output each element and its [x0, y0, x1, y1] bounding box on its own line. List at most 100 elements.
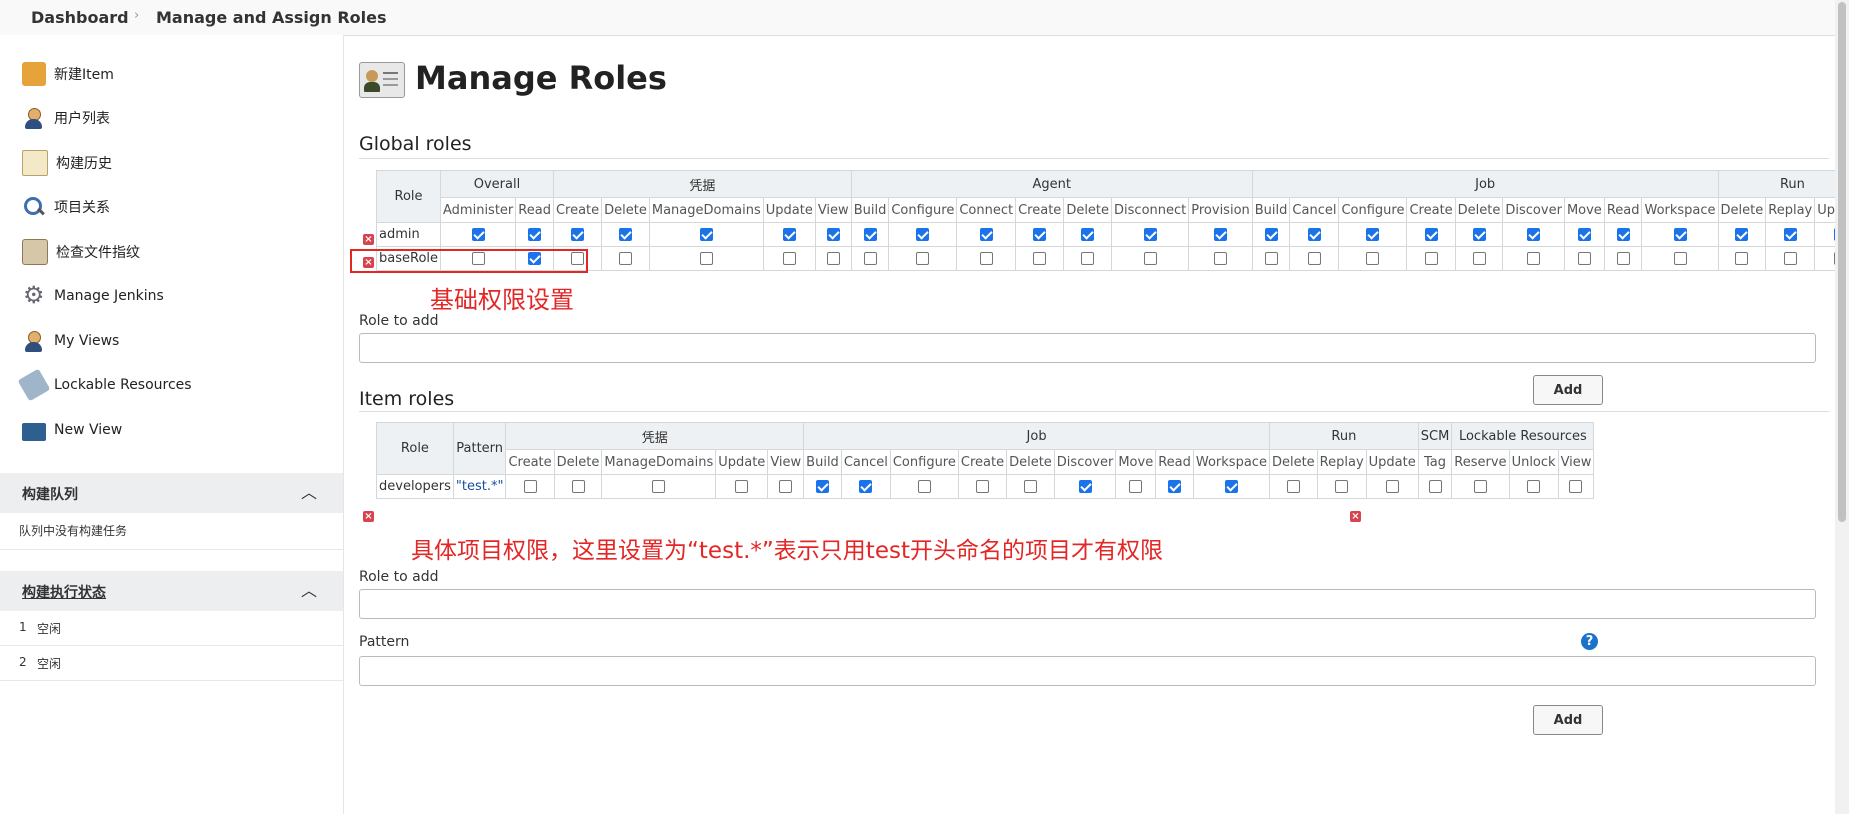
- permission-checkbox[interactable]: [1129, 480, 1143, 493]
- permission-checkbox[interactable]: [1527, 480, 1541, 493]
- permission-checkbox[interactable]: [1033, 252, 1047, 265]
- chevron-up-icon[interactable]: ︿: [301, 577, 317, 601]
- permission-checkbox[interactable]: [1783, 252, 1797, 265]
- help-icon[interactable]: ?: [1581, 633, 1598, 650]
- permission-checkbox[interactable]: [1616, 228, 1630, 241]
- sidebar-item-users[interactable]: 用户列表: [22, 105, 110, 131]
- sidebar-item-new-item[interactable]: 新建Item: [22, 61, 114, 87]
- scrollbar-thumb[interactable]: [1838, 2, 1846, 522]
- permission-checkbox[interactable]: [1472, 228, 1486, 241]
- permission-checkbox[interactable]: [1616, 252, 1630, 265]
- permission-checkbox[interactable]: [1214, 252, 1227, 265]
- permission-checkbox[interactable]: [1366, 252, 1380, 265]
- permission-checkbox[interactable]: [782, 252, 796, 265]
- global-role-to-add-input[interactable]: [359, 333, 1816, 363]
- permission-checkbox[interactable]: [1424, 252, 1438, 265]
- permission-checkbox[interactable]: [571, 480, 585, 493]
- permission-checkbox[interactable]: [652, 480, 666, 493]
- permission-checkbox[interactable]: [1168, 480, 1182, 493]
- executor-status-title[interactable]: 构建执行状态: [22, 582, 106, 602]
- permission-checkbox[interactable]: [1472, 252, 1486, 265]
- permission-checkbox[interactable]: [523, 480, 537, 493]
- permission-checkbox[interactable]: [1673, 252, 1687, 265]
- permission-checkbox[interactable]: [863, 252, 877, 265]
- sidebar-item-fingerprint[interactable]: 检查文件指纹: [22, 239, 140, 265]
- permission-checkbox[interactable]: [1424, 228, 1438, 241]
- permission-checkbox[interactable]: [979, 228, 993, 241]
- permission-checkbox[interactable]: [1264, 252, 1278, 265]
- sidebar-item-project-relationship[interactable]: 项目关系: [22, 194, 110, 220]
- role-pattern[interactable]: "test.*": [452, 474, 507, 499]
- global-add-button[interactable]: Add: [1533, 375, 1603, 405]
- delete-role-admin-icon[interactable]: ×: [363, 234, 374, 245]
- permission-checkbox[interactable]: [916, 252, 930, 265]
- breadcrumb-dashboard[interactable]: Dashboard: [31, 8, 129, 27]
- permission-checkbox[interactable]: [1473, 480, 1487, 493]
- permission-checkbox[interactable]: [1286, 480, 1300, 493]
- permission-checkbox[interactable]: [975, 480, 989, 493]
- permission-checkbox[interactable]: [1081, 228, 1095, 241]
- permission-checkbox[interactable]: [1143, 252, 1157, 265]
- permission-checkbox[interactable]: [1307, 252, 1321, 265]
- permission-checkbox[interactable]: [699, 228, 713, 241]
- vertical-scrollbar[interactable]: [1835, 0, 1849, 814]
- permission-checkbox[interactable]: [1527, 228, 1541, 241]
- permission-checkbox[interactable]: [1428, 480, 1442, 493]
- permission-checkbox[interactable]: [859, 480, 873, 493]
- delete-role-developers-icon[interactable]: ×: [363, 511, 374, 522]
- permission-checkbox[interactable]: [528, 228, 542, 241]
- sidebar-item-new-view[interactable]: New View: [22, 417, 122, 443]
- sidebar-item-manage-jenkins[interactable]: Manage Jenkins: [22, 281, 164, 309]
- executor-num: 2: [19, 655, 27, 669]
- breadcrumb-current[interactable]: Manage and Assign Roles: [156, 8, 387, 27]
- sidebar-item-label: 新建Item: [54, 67, 114, 83]
- permission-checkbox[interactable]: [1224, 480, 1238, 493]
- permission-checkbox[interactable]: [1385, 480, 1399, 493]
- permission-checkbox[interactable]: [619, 252, 633, 265]
- permission-checkbox[interactable]: [1735, 228, 1749, 241]
- permission-checkbox[interactable]: [1366, 228, 1380, 241]
- permission-checkbox[interactable]: [1783, 228, 1797, 241]
- permission-checkbox[interactable]: [1577, 228, 1591, 241]
- permission-checkbox[interactable]: [979, 252, 993, 265]
- permission-checkbox[interactable]: [1527, 252, 1541, 265]
- permission-checkbox[interactable]: [815, 480, 829, 493]
- permission-checkbox[interactable]: [1577, 252, 1591, 265]
- chevron-up-icon[interactable]: ︿: [301, 479, 317, 503]
- permission-checkbox[interactable]: [1143, 228, 1157, 241]
- permission-checkbox[interactable]: [1735, 252, 1749, 265]
- build-queue-header[interactable]: 构建队列 ︿: [0, 473, 343, 513]
- permission-checkbox[interactable]: [1033, 228, 1047, 241]
- sidebar-item-my-views[interactable]: My Views: [22, 328, 119, 354]
- permission-checkbox[interactable]: [571, 228, 585, 241]
- permission-checkbox[interactable]: [699, 252, 713, 265]
- permission-cell: [850, 246, 890, 271]
- delete-role-developers-end-icon[interactable]: ×: [1350, 511, 1361, 522]
- permission-checkbox[interactable]: [1307, 228, 1321, 241]
- permission-checkbox[interactable]: [1023, 480, 1037, 493]
- permission-checkbox[interactable]: [1078, 480, 1092, 493]
- item-add-button[interactable]: Add: [1533, 705, 1603, 735]
- permission-checkbox[interactable]: [1214, 228, 1227, 241]
- item-pattern-input[interactable]: [359, 656, 1816, 686]
- permission-checkbox[interactable]: [1569, 480, 1583, 493]
- permission-checkbox[interactable]: [782, 228, 796, 241]
- permission-checkbox[interactable]: [1264, 228, 1278, 241]
- executor-status-header[interactable]: 构建执行状态 ︿: [0, 571, 343, 611]
- permission-checkbox[interactable]: [779, 480, 793, 493]
- permission-checkbox[interactable]: [826, 252, 840, 265]
- permission-checkbox[interactable]: [619, 228, 633, 241]
- permission-checkbox[interactable]: [1673, 228, 1687, 241]
- item-role-to-add-input[interactable]: [359, 589, 1816, 619]
- permission-checkbox[interactable]: [863, 228, 877, 241]
- permission-checkbox[interactable]: [826, 228, 840, 241]
- permission-checkbox[interactable]: [471, 228, 485, 241]
- permission-cell: [1251, 246, 1291, 271]
- permission-checkbox[interactable]: [916, 228, 930, 241]
- sidebar-item-build-history[interactable]: 构建历史: [22, 150, 112, 176]
- permission-checkbox[interactable]: [1081, 252, 1095, 265]
- permission-checkbox[interactable]: [735, 480, 749, 493]
- permission-checkbox[interactable]: [917, 480, 931, 493]
- permission-checkbox[interactable]: [1335, 480, 1349, 493]
- sidebar-item-lockable-resources[interactable]: Lockable Resources: [17, 368, 192, 402]
